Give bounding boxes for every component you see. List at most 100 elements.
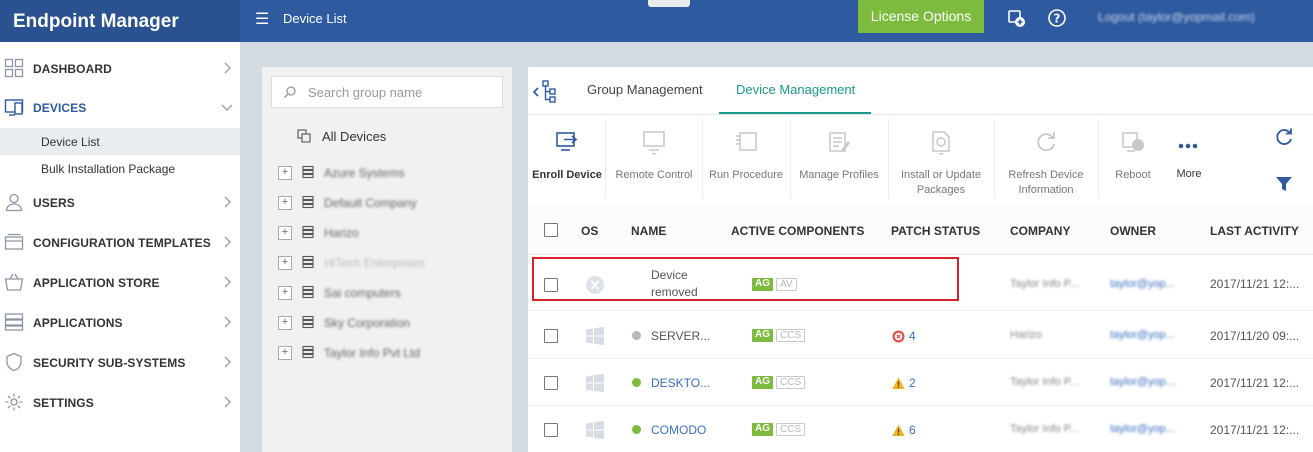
breadcrumb: Device List — [283, 11, 347, 26]
sidebar-subitem-bulk-installation[interactable]: Bulk Installation Package — [0, 155, 240, 182]
tab-group-management[interactable]: Group Management — [587, 82, 703, 97]
remote-control-button[interactable]: Remote Control — [610, 117, 698, 203]
table-row[interactable]: DESKTO... AG CCS 2 Taylor Info P... tayl… — [528, 359, 1313, 406]
column-header-patch-status[interactable]: PATCH STATUS — [891, 224, 980, 238]
collapse-tree-icon[interactable] — [530, 78, 558, 104]
owner-link[interactable]: taylor@yop... — [1110, 278, 1175, 290]
hamburger-menu-icon[interactable]: ☰ — [255, 9, 269, 29]
component-badge-ag: AG — [752, 376, 773, 389]
sidebar-item-label: DEVICES — [33, 101, 87, 115]
last-activity-cell: 2017/11/21 12:... — [1210, 423, 1300, 437]
sidebar-item-label: DASHBOARD — [33, 62, 112, 76]
group-search-box[interactable] — [271, 76, 503, 108]
refresh-icon[interactable] — [1274, 127, 1294, 147]
tab-device-management[interactable]: Device Management — [736, 82, 855, 97]
chevron-right-icon — [221, 355, 233, 369]
table-row[interactable]: COMODO AG CCS 6 Taylor Info P... taylor@… — [528, 406, 1313, 452]
sidebar-item-configuration-templates[interactable]: CONFIGURATION TEMPLATES — [0, 223, 240, 263]
more-button[interactable]: More — [1168, 117, 1210, 203]
sidebar-item-dashboard[interactable]: DASHBOARD — [0, 49, 240, 89]
dashboard-icon — [4, 58, 24, 78]
enroll-device-button[interactable]: Enroll Device — [532, 117, 602, 203]
toolbar-label: Remote Control — [615, 169, 693, 181]
owner-link[interactable]: taylor@yop... — [1110, 329, 1175, 341]
owner-link[interactable]: taylor@yop... — [1110, 423, 1175, 435]
refresh-device-information-button[interactable]: Refresh Device Information — [998, 117, 1094, 203]
server-stack-icon — [301, 345, 315, 359]
patch-count-link[interactable]: 2 — [909, 376, 916, 390]
patch-count-link[interactable]: 6 — [909, 423, 916, 437]
sidebar-item-users[interactable]: USERS — [0, 183, 240, 223]
sidebar: DASHBOARD DEVICES Device List Bulk Insta… — [0, 42, 240, 452]
install-update-packages-button[interactable]: Install or Update Packages — [892, 117, 990, 203]
column-header-owner[interactable]: OWNER — [1110, 224, 1156, 238]
patch-warning-icon — [892, 377, 905, 390]
expand-plus-icon[interactable]: + — [278, 286, 292, 300]
sidebar-subitem-device-list[interactable]: Device List — [0, 128, 240, 155]
devices-icon — [4, 97, 24, 117]
group-node[interactable]: + Sky Corporation — [278, 313, 508, 333]
column-header-os[interactable]: OS — [581, 224, 598, 238]
expand-plus-icon[interactable]: + — [278, 226, 292, 240]
column-header-last-activity[interactable]: LAST ACTIVITY — [1210, 224, 1299, 238]
group-node[interactable]: + Azure Systems — [278, 163, 508, 183]
logout-link[interactable]: Logout (taylor@yopmail.com) — [1098, 10, 1255, 24]
windows-icon — [585, 326, 605, 346]
shield-icon — [4, 352, 24, 372]
add-device-icon[interactable] — [1006, 8, 1026, 28]
group-node[interactable]: + Harizo — [278, 223, 508, 243]
expand-plus-icon[interactable]: + — [278, 196, 292, 210]
row-checkbox[interactable] — [544, 376, 558, 390]
owner-link[interactable]: taylor@yop... — [1110, 376, 1175, 388]
server-stack-icon — [301, 225, 315, 239]
component-badge-ag: AG — [752, 423, 773, 436]
table-header: OS NAME ACTIVE COMPONENTS PATCH STATUS C… — [528, 205, 1313, 255]
top-header: Endpoint Manager ☰ Device List License O… — [0, 0, 1313, 42]
sidebar-item-application-store[interactable]: APPLICATION STORE — [0, 263, 240, 303]
group-node[interactable]: + Sai computers — [278, 283, 508, 303]
patch-count-link[interactable]: 4 — [909, 329, 916, 343]
column-header-active-components[interactable]: ACTIVE COMPONENTS — [731, 224, 864, 238]
device-name-link[interactable]: DESKTO... — [651, 376, 710, 390]
sidebar-item-security-sub-systems[interactable]: SECURITY SUB-SYSTEMS — [0, 343, 240, 383]
server-stack-icon — [301, 195, 315, 209]
sidebar-item-label: CONFIGURATION TEMPLATES — [33, 236, 211, 250]
column-header-company[interactable]: COMPANY — [1010, 224, 1070, 238]
group-node[interactable]: + Taylor Info Pvt Ltd — [278, 343, 508, 363]
help-icon[interactable]: ? — [1047, 8, 1067, 28]
group-search-input[interactable] — [308, 83, 498, 101]
server-stack-icon — [301, 255, 315, 269]
expand-plus-icon[interactable]: + — [278, 166, 292, 180]
manage-profiles-button[interactable]: Manage Profiles — [794, 117, 884, 203]
server-stack-icon — [301, 285, 315, 299]
component-badge-ccs: CCS — [776, 376, 806, 389]
group-node[interactable]: + Default Company — [278, 193, 508, 213]
select-all-checkbox[interactable] — [544, 223, 558, 237]
column-header-name[interactable]: NAME — [631, 224, 666, 238]
run-procedure-button[interactable]: Run Procedure — [706, 117, 786, 203]
chevron-right-icon — [221, 315, 233, 329]
last-activity-cell: 2017/11/21 12:... — [1210, 376, 1300, 390]
expand-plus-icon[interactable]: + — [278, 316, 292, 330]
user-icon — [4, 192, 24, 212]
group-node[interactable]: + HiTech Enterprises — [278, 253, 508, 273]
expand-plus-icon[interactable]: + — [278, 346, 292, 360]
status-offline-dot — [632, 331, 641, 340]
row-checkbox[interactable] — [544, 423, 558, 437]
license-options-button[interactable]: License Options — [858, 0, 984, 33]
row-checkbox[interactable] — [544, 329, 558, 343]
filter-icon[interactable] — [1274, 174, 1294, 194]
device-name-link[interactable]: COMODO — [651, 423, 706, 437]
sidebar-item-settings[interactable]: SETTINGS — [0, 383, 240, 423]
group-label: Sai computers — [324, 286, 401, 300]
sidebar-item-devices[interactable]: DEVICES — [0, 88, 240, 128]
collapse-header-handle[interactable] — [648, 0, 690, 7]
more-icon — [1176, 129, 1202, 155]
gear-icon — [4, 392, 24, 412]
table-row[interactable]: SERVER... AG CCS 4 Harizo taylor@yop... … — [528, 312, 1313, 359]
reboot-button[interactable]: Reboot — [1102, 117, 1164, 203]
expand-plus-icon[interactable]: + — [278, 256, 292, 270]
sidebar-item-label: USERS — [33, 196, 75, 210]
sidebar-item-applications[interactable]: APPLICATIONS — [0, 303, 240, 343]
reboot-icon — [1120, 129, 1146, 155]
